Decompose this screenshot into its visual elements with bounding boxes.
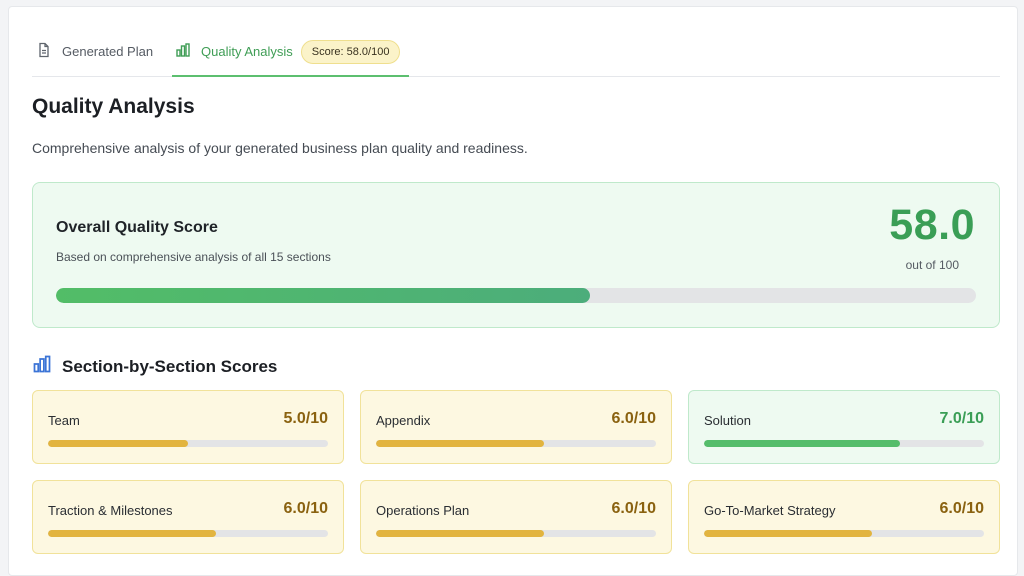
section-score-value: 5.0/10 — [283, 410, 328, 427]
section-score-label: Appendix — [376, 413, 431, 428]
overall-progress-fill — [56, 288, 590, 303]
score-badge: Score: 58.0/100 — [300, 39, 401, 64]
page-description: Comprehensive analysis of your generated… — [32, 140, 528, 156]
bar-chart-icon — [175, 42, 201, 61]
section-progress-fill — [48, 440, 188, 447]
section-score-card: Team 5.0/10 — [32, 390, 344, 464]
section-score-card: Solution 7.0/10 — [688, 390, 1000, 464]
section-score-card: Appendix 6.0/10 — [360, 390, 672, 464]
section-progress-track — [376, 440, 656, 447]
section-progress-track — [48, 530, 328, 537]
section-score-value: 7.0/10 — [939, 410, 984, 427]
section-scores-title: Section-by-Section Scores — [62, 356, 278, 376]
section-progress-fill — [376, 440, 544, 447]
tab-quality-analysis[interactable]: Quality Analysis Score: 58.0/100 — [172, 27, 409, 77]
section-progress-track — [48, 440, 328, 447]
section-score-label: Team — [48, 413, 80, 428]
section-progress-track — [704, 530, 984, 537]
page-title: Quality Analysis — [32, 95, 195, 118]
bar-chart-icon — [32, 354, 62, 379]
section-score-card: Traction & Milestones 6.0/10 — [32, 480, 344, 554]
section-progress-fill — [704, 530, 872, 537]
tab-generated-plan-label: Generated Plan — [62, 44, 154, 59]
section-scores-heading: Section-by-Section Scores — [32, 354, 277, 379]
section-progress-track — [704, 440, 984, 447]
tab-quality-analysis-label: Quality Analysis — [201, 44, 293, 59]
section-score-value: 6.0/10 — [283, 500, 328, 517]
section-score-value: 6.0/10 — [611, 500, 656, 517]
document-icon — [36, 42, 62, 61]
quality-analysis-panel: Generated Plan Quality Analysis Score: 5… — [8, 6, 1018, 576]
overall-score-title: Overall Quality Score — [56, 219, 218, 236]
overall-score-card: Overall Quality Score Based on comprehen… — [32, 182, 1000, 328]
section-score-label: Go-To-Market Strategy — [704, 503, 836, 518]
overall-score-value: 58.0 — [889, 201, 975, 249]
section-progress-fill — [48, 530, 216, 537]
section-score-card: Operations Plan 6.0/10 — [360, 480, 672, 554]
section-progress-fill — [704, 440, 900, 447]
section-score-label: Operations Plan — [376, 503, 470, 518]
tab-bar: Generated Plan Quality Analysis Score: 5… — [32, 27, 1000, 77]
overall-score-subtitle: Based on comprehensive analysis of all 1… — [56, 250, 331, 264]
section-score-value: 6.0/10 — [939, 500, 984, 517]
section-score-label: Traction & Milestones — [48, 503, 173, 518]
overall-progress-track — [56, 288, 976, 303]
section-progress-fill — [376, 530, 544, 537]
section-progress-track — [376, 530, 656, 537]
overall-score-max: out of 100 — [905, 258, 959, 272]
section-score-label: Solution — [704, 413, 751, 428]
section-score-value: 6.0/10 — [611, 410, 656, 427]
tab-generated-plan[interactable]: Generated Plan — [36, 27, 153, 76]
section-score-card: Go-To-Market Strategy 6.0/10 — [688, 480, 1000, 554]
